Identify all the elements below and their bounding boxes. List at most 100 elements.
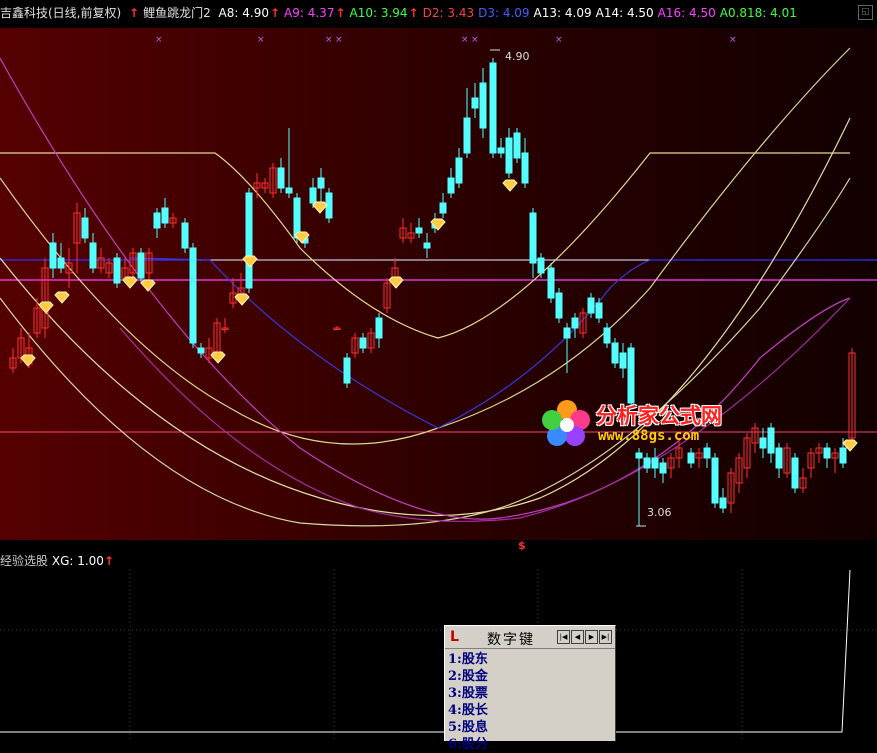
down-candle	[791, 453, 799, 493]
sub-indicator-name[interactable]: 经验选股	[0, 554, 48, 568]
candle-body	[719, 497, 727, 509]
candle-body	[489, 62, 497, 154]
indicator-value: A0.818: 4.01	[719, 6, 797, 20]
watermark-title: 分析家公式网	[596, 404, 722, 428]
candle-body	[49, 242, 57, 269]
pane-divider[interactable]	[0, 540, 877, 554]
sub-indicator-value: XG: 1.00	[51, 554, 104, 568]
candle-body	[513, 132, 521, 159]
watermark-url: www.88gs.com	[598, 428, 700, 444]
indicator-value: D3: 4.09	[478, 6, 530, 20]
list-item[interactable]: 5:股息	[448, 719, 615, 736]
candle-body	[317, 177, 325, 189]
candle-body	[571, 317, 579, 329]
number-key-popup[interactable]: L 数字键 |◀ ◀ ▶ ▶| 1:股东 2:股金 3:股票 4:股长 5:股息…	[444, 625, 616, 752]
list-item[interactable]: 2:股金	[448, 668, 615, 685]
list-item[interactable]: 3:股票	[448, 685, 615, 702]
popup-list: 1:股东 2:股金 3:股票 4:股长 5:股息 6:股分	[445, 651, 615, 753]
candle-body	[521, 152, 529, 184]
candle-body	[189, 247, 197, 344]
candle-body	[471, 97, 479, 109]
candle-body	[775, 447, 783, 469]
high-price-label: 4.90	[505, 50, 530, 63]
popup-logo-icon: L	[450, 629, 459, 645]
x-marker-icon: ×	[257, 35, 265, 45]
candle-body	[643, 457, 651, 469]
indicator-value: A8: 4.90	[218, 6, 269, 20]
candle-body	[57, 257, 65, 269]
candle-body	[455, 157, 463, 184]
indicator-values: A8: 4.90↑ A9: 4.37↑ A10: 3.94↑ D2: 3.43 D3: …	[219, 6, 801, 20]
candle-body	[197, 347, 205, 354]
candle-body	[595, 302, 603, 319]
candle-body	[555, 292, 563, 319]
first-page-button[interactable]: |◀	[557, 630, 570, 644]
candle-body	[285, 187, 293, 194]
candle-body	[791, 457, 799, 489]
popup-nav: |◀ ◀ ▶ ▶|	[556, 630, 612, 644]
window-icon[interactable]: ◱	[858, 5, 873, 20]
down-candle	[343, 353, 351, 388]
x-marker-icon: ×	[325, 35, 333, 45]
indicator-value: A16: 4.50	[657, 6, 716, 20]
candle-body	[505, 137, 513, 174]
down-candle	[181, 218, 189, 253]
list-item[interactable]: 4:股长	[448, 702, 615, 719]
candle-body	[81, 217, 89, 239]
candle-body	[463, 117, 471, 154]
candle-body	[529, 212, 537, 264]
candle-body	[309, 187, 317, 204]
x-marker-icon: ×	[335, 35, 343, 45]
candle-body	[659, 462, 667, 474]
candle-body	[651, 457, 659, 469]
list-item[interactable]: 1:股东	[448, 651, 615, 668]
candle-body	[711, 457, 719, 504]
last-page-button[interactable]: ▶|	[599, 630, 612, 644]
candle-body	[181, 222, 189, 249]
next-page-button[interactable]: ▶	[585, 630, 598, 644]
candle-body	[603, 327, 611, 344]
popup-title: 数字键	[487, 632, 535, 648]
candle-body	[823, 447, 831, 459]
candle-body	[343, 357, 351, 384]
x-marker-icon: ×	[555, 35, 563, 45]
candle-body	[497, 147, 505, 154]
down-candle	[555, 288, 563, 323]
watermark-logo: 分析家公式网 www.88gs.com	[540, 398, 740, 450]
prev-page-button[interactable]: ◀	[571, 630, 584, 644]
candle-body	[611, 342, 619, 364]
sub-indicator-header: 经验选股 XG: 1.00↑	[0, 552, 114, 570]
down-candle	[489, 58, 497, 158]
down-candle	[137, 248, 145, 283]
candle-body	[479, 82, 487, 129]
low-price-label: 3.06	[647, 506, 672, 519]
up-arrow-icon: ↑	[335, 6, 346, 20]
candle-body	[839, 447, 847, 464]
candle-body	[547, 267, 555, 299]
down-candle	[711, 453, 719, 508]
candle-body	[537, 257, 545, 274]
x-marker-icon: ×	[729, 35, 737, 45]
candle-body	[415, 227, 423, 234]
sub-up-arrow-icon: ↑	[103, 554, 115, 568]
candle-body	[587, 297, 595, 314]
sub-indicator-chart[interactable]	[0, 570, 877, 741]
down-candle	[611, 338, 619, 368]
list-item[interactable]: 6:股分	[448, 736, 615, 753]
up-arrow-icon: ↑	[269, 6, 281, 20]
down-candle	[547, 263, 555, 303]
indicator-value: A9: 4.37	[284, 6, 335, 20]
indicator-name[interactable]: 鲤鱼跳龙门2	[143, 6, 211, 20]
popup-titlebar[interactable]: L 数字键 |◀ ◀ ▶ ▶|	[445, 626, 615, 649]
down-candle	[113, 253, 121, 288]
candle-body	[359, 337, 367, 349]
candle-body	[245, 192, 253, 289]
main-price-chart[interactable]: × × × × × × × × 4.90 3.06	[0, 28, 877, 540]
candle-body	[137, 252, 145, 279]
down-candle	[189, 243, 197, 348]
candle-body	[767, 427, 775, 454]
candle-body	[89, 242, 97, 269]
candle-body	[153, 212, 161, 229]
indicator-value: D2: 3.43	[422, 6, 475, 20]
candle-body	[635, 452, 643, 459]
